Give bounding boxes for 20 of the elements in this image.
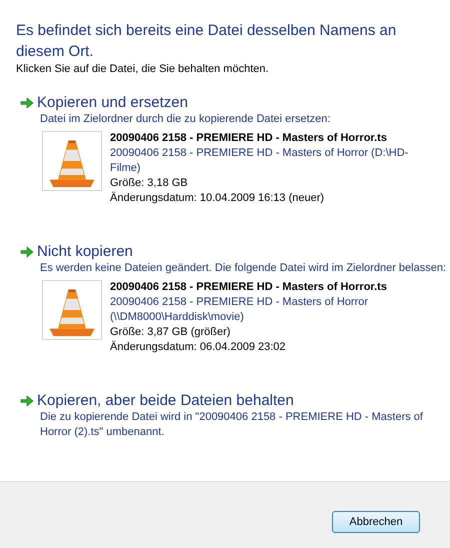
instruction-text: Klicken Sie auf die Datei, die Sie behalten möchten. — [16, 63, 270, 75]
dialog-heading: Es befindet sich bereits eine Datei desselben Namens an diesem Ort. — [16, 21, 398, 62]
arrow-icon — [20, 394, 34, 408]
file-name: 20090406 2158 - PREMIERE HD - Masters of Horror.ts — [110, 280, 388, 295]
cancel-button[interactable]: Abbrechen — [332, 511, 420, 533]
file-size: Größe: 3,87 GB (größer) — [110, 325, 232, 340]
file-location: 20090406 2158 - PREMIERE HD - Masters of Horror (D:\HD-Filme) — [110, 146, 410, 176]
option-description: Die zu kopierende Datei wird in "20090406 2158 - PREMIERE HD - Masters of Horror (2).ts" umbenannt. — [40, 410, 424, 440]
option-description: Datei im Zielordner durch die zu kopierende Datei ersetzen: — [40, 112, 332, 127]
file-location: 20090406 2158 - PREMIERE HD - Masters of Horror (\\DM8000\Harddisk\movie) — [110, 295, 369, 325]
option-link[interactable]: Kopieren, aber beide Dateien behalten — [37, 391, 294, 410]
file-size: Größe: 3,18 GB — [110, 176, 189, 191]
file-date: Änderungsdatum: 06.04.2009 23:02 — [110, 340, 287, 355]
option-link[interactable]: Nicht kopieren — [37, 242, 133, 261]
option-link[interactable]: Kopieren und ersetzen — [37, 93, 188, 112]
file-name: 20090406 2158 - PREMIERE HD - Masters of Horror.ts — [110, 131, 388, 146]
arrow-icon — [20, 96, 34, 110]
arrow-icon — [20, 244, 34, 258]
option-description: Es werden keine Dateien geändert. Die folgende Datei wird im Zielordner belassen: — [40, 261, 448, 276]
file-date: Änderungsdatum: 10.04.2009 16:13 (neuer) — [110, 191, 326, 206]
